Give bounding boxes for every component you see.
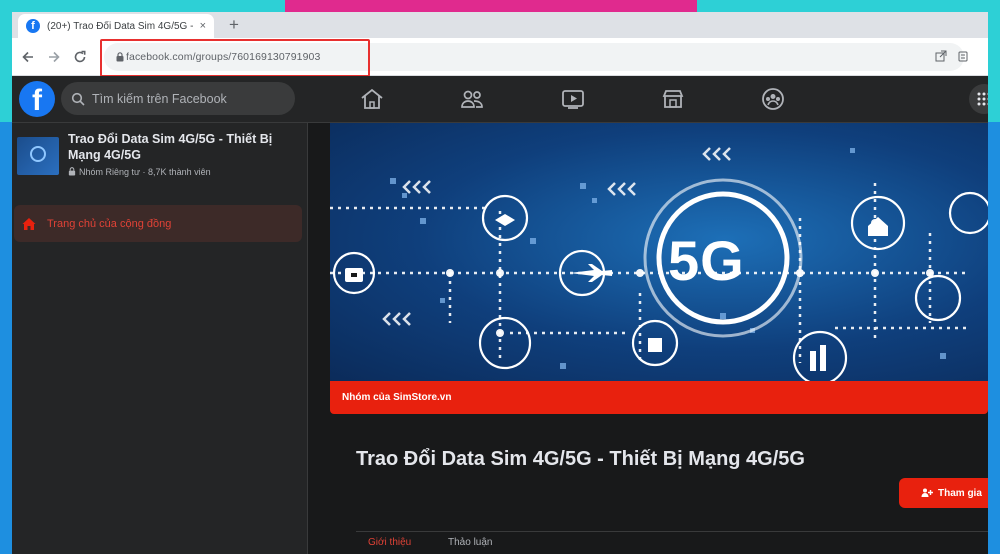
forward-button[interactable] xyxy=(44,47,64,67)
browser-toolbar: facebook.com/groups/760169130791903 xyxy=(12,38,988,77)
tab-about[interactable]: Giới thiệu xyxy=(368,537,411,548)
tabs-divider xyxy=(356,531,988,532)
group-main: 5G Nhóm của SimStore.vn Trao Đổi Data Si… xyxy=(308,123,988,554)
group-owner-text: Nhóm của SimStore.vn xyxy=(342,392,452,403)
facebook-search-input[interactable]: Tìm kiếm trên Facebook xyxy=(61,82,295,115)
new-tab-button[interactable]: + xyxy=(224,15,244,35)
sidebar-item-label: Trang chủ của cộng đồng xyxy=(47,217,172,230)
join-group-label: Tham gia xyxy=(938,487,982,499)
reload-icon xyxy=(74,50,86,63)
group-sidebar: Trao Đổi Data Sim 4G/5G - Thiết Bị Mạng … xyxy=(12,123,308,554)
group-thumbnail[interactable] xyxy=(17,137,59,175)
browser-window: f (20+) Trao Đổi Data Sim 4G/5G - Thiết … xyxy=(12,12,988,554)
group-meta-text: Nhóm Riêng tư · 8,7K thành viên xyxy=(79,167,211,177)
sidebar-group-name[interactable]: Trao Đổi Data Sim 4G/5G - Thiết Bị Mạng … xyxy=(68,131,293,163)
browser-tab[interactable]: f (20+) Trao Đổi Data Sim 4G/5G - Thiết … xyxy=(18,14,214,38)
search-icon xyxy=(71,92,85,106)
back-arrow-icon xyxy=(22,51,33,63)
reload-button[interactable] xyxy=(70,47,90,67)
facebook-favicon-icon: f xyxy=(26,19,40,33)
frame-top-decoration xyxy=(0,0,285,12)
tab-close-icon[interactable]: × xyxy=(200,20,206,32)
network-illustration xyxy=(330,147,988,381)
friends-icon[interactable] xyxy=(459,87,485,111)
groups-icon[interactable] xyxy=(760,87,786,111)
sidebar-item-community-home[interactable]: Trang chủ của cộng đồng xyxy=(14,205,302,242)
frame-top-pink-decoration xyxy=(285,0,697,12)
forward-arrow-icon xyxy=(49,51,60,63)
frame-right-decoration xyxy=(988,0,1000,554)
marketplace-icon[interactable] xyxy=(660,87,686,111)
watch-icon[interactable] xyxy=(560,87,586,111)
group-cover-photo: 5G xyxy=(330,123,988,381)
tab-strip: f (20+) Trao Đổi Data Sim 4G/5G - Thiết … xyxy=(12,12,988,38)
tab-title: (20+) Trao Đổi Data Sim 4G/5G - Thiết Bị xyxy=(47,20,194,32)
back-button[interactable] xyxy=(18,47,38,67)
group-owner-banner: Nhóm của SimStore.vn xyxy=(330,381,988,414)
sidebar-group-meta: Nhóm Riêng tư · 8,7K thành viên xyxy=(68,167,211,177)
frame-left-decoration xyxy=(0,0,12,554)
join-group-button[interactable]: Tham gia xyxy=(899,478,988,508)
facebook-logo-icon[interactable]: f xyxy=(19,81,55,117)
home-icon[interactable] xyxy=(359,87,385,111)
facebook-navbar: f Tìm kiếm trên Facebook xyxy=(12,76,988,123)
menu-grid-button[interactable] xyxy=(969,84,988,114)
page-title: Trao Đổi Data Sim 4G/5G - Thiết Bị Mạng … xyxy=(356,448,805,470)
search-placeholder: Tìm kiếm trên Facebook xyxy=(92,91,227,106)
url-highlight-box xyxy=(100,39,370,77)
group-thumbnail-graphic xyxy=(30,146,46,162)
5g-label: 5G xyxy=(668,229,745,292)
home-icon xyxy=(22,217,36,230)
share-icon[interactable] xyxy=(934,50,948,64)
frame-top-decoration-right xyxy=(697,0,1000,12)
tab-discussion[interactable]: Thảo luận xyxy=(448,537,492,548)
lock-icon xyxy=(68,167,76,176)
join-group-icon xyxy=(921,488,933,497)
menu-grid-icon xyxy=(977,92,988,106)
extension-icon[interactable] xyxy=(956,50,970,64)
